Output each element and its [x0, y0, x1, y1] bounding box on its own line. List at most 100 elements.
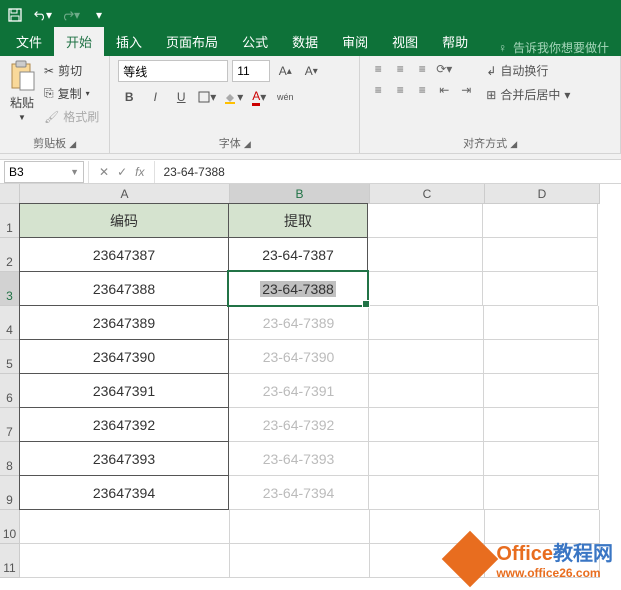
cell-selected[interactable]: 23-64-7388: [228, 271, 368, 306]
cell[interactable]: 23647391: [19, 373, 229, 408]
orientation-icon[interactable]: ⟳▾: [434, 60, 454, 78]
align-top-icon[interactable]: ≡: [368, 60, 388, 78]
cell[interactable]: 23647389: [19, 305, 229, 340]
cell[interactable]: 提取: [228, 203, 368, 238]
cell[interactable]: [369, 442, 484, 476]
row-header[interactable]: 6: [0, 374, 20, 408]
col-header[interactable]: B: [230, 184, 370, 204]
tab-home[interactable]: 开始: [54, 27, 104, 56]
cell[interactable]: [369, 374, 484, 408]
row-header[interactable]: 3: [0, 272, 20, 306]
align-center-icon[interactable]: ≡: [390, 81, 410, 99]
border-button[interactable]: ▾: [196, 86, 218, 108]
row-header[interactable]: 5: [0, 340, 20, 374]
cut-button[interactable]: ✂剪切: [42, 60, 101, 81]
format-painter-button[interactable]: 🖌格式刷: [42, 106, 101, 127]
col-header[interactable]: D: [485, 184, 600, 204]
cell[interactable]: 23647387: [19, 237, 229, 272]
underline-button[interactable]: U: [170, 86, 192, 108]
align-bottom-icon[interactable]: ≡: [412, 60, 432, 78]
align-middle-icon[interactable]: ≡: [390, 60, 410, 78]
cell[interactable]: 23-64-7387: [228, 237, 368, 272]
tab-layout[interactable]: 页面布局: [154, 27, 230, 56]
save-icon[interactable]: [6, 6, 24, 24]
cell[interactable]: 23647394: [19, 475, 229, 510]
row-header[interactable]: 9: [0, 476, 20, 510]
undo-icon[interactable]: ▾: [34, 6, 52, 24]
wrap-text-button[interactable]: ↲自动换行: [482, 60, 574, 81]
tab-file[interactable]: 文件: [4, 27, 54, 56]
tab-view[interactable]: 视图: [380, 27, 430, 56]
merge-center-button[interactable]: ⊞合并后居中▾: [482, 84, 574, 105]
customize-qat-icon[interactable]: ▾: [90, 6, 108, 24]
cell-suggestion[interactable]: 23-64-7390: [229, 340, 369, 374]
cell[interactable]: [483, 204, 598, 238]
align-left-icon[interactable]: ≡: [368, 81, 388, 99]
indent-decrease-icon[interactable]: ⇤: [434, 81, 454, 99]
cell[interactable]: [484, 442, 599, 476]
cell-suggestion[interactable]: 23-64-7389: [229, 306, 369, 340]
phonetic-button[interactable]: wén: [274, 86, 296, 108]
cell[interactable]: [483, 238, 598, 272]
row-header[interactable]: 11: [0, 544, 20, 578]
tell-me-search[interactable]: ♀ 告诉我你想要做什: [490, 39, 617, 56]
row-header[interactable]: 2: [0, 238, 20, 272]
cell[interactable]: [368, 238, 483, 272]
cell[interactable]: [230, 510, 370, 544]
name-box[interactable]: B3▼: [4, 161, 84, 183]
fill-color-button[interactable]: ▾: [222, 86, 244, 108]
increase-font-icon[interactable]: A▴: [274, 60, 296, 82]
cell[interactable]: [484, 408, 599, 442]
align-right-icon[interactable]: ≡: [412, 81, 432, 99]
italic-button[interactable]: I: [144, 86, 166, 108]
row-header[interactable]: 10: [0, 510, 20, 544]
cell[interactable]: [368, 204, 483, 238]
cell-suggestion[interactable]: 23-64-7391: [229, 374, 369, 408]
cell[interactable]: [483, 272, 598, 306]
bold-button[interactable]: B: [118, 86, 140, 108]
enter-icon[interactable]: ✓: [117, 165, 127, 179]
row-header[interactable]: 8: [0, 442, 20, 476]
tab-insert[interactable]: 插入: [104, 27, 154, 56]
row-header[interactable]: 4: [0, 306, 20, 340]
tab-data[interactable]: 数据: [280, 27, 330, 56]
cell[interactable]: [369, 408, 484, 442]
cell[interactable]: [20, 510, 230, 544]
cell[interactable]: [369, 306, 484, 340]
cell-suggestion[interactable]: 23-64-7392: [229, 408, 369, 442]
cell[interactable]: 23647388: [19, 271, 229, 306]
tab-help[interactable]: 帮助: [430, 27, 480, 56]
decrease-font-icon[interactable]: A▾: [300, 60, 322, 82]
cell[interactable]: [484, 340, 599, 374]
font-size-select[interactable]: [232, 60, 270, 82]
row-header[interactable]: 7: [0, 408, 20, 442]
col-header[interactable]: C: [370, 184, 485, 204]
redo-icon[interactable]: ▾: [62, 6, 80, 24]
fx-icon[interactable]: fx: [135, 165, 144, 179]
cell[interactable]: 23647392: [19, 407, 229, 442]
tab-formula[interactable]: 公式: [230, 27, 280, 56]
cell[interactable]: [20, 544, 230, 578]
cell[interactable]: 23647393: [19, 441, 229, 476]
row-header[interactable]: 1: [0, 204, 20, 238]
formula-input[interactable]: 23-64-7388: [155, 165, 621, 179]
select-all-corner[interactable]: [0, 184, 20, 204]
cell[interactable]: 编码: [19, 203, 229, 238]
cell-suggestion[interactable]: 23-64-7394: [229, 476, 369, 510]
font-name-select[interactable]: [118, 60, 228, 82]
font-color-button[interactable]: A▾: [248, 86, 270, 108]
cell[interactable]: 23647390: [19, 339, 229, 374]
cell[interactable]: [484, 306, 599, 340]
cell[interactable]: [230, 544, 370, 578]
paste-button[interactable]: 粘贴 ▼: [8, 60, 36, 122]
indent-increase-icon[interactable]: ⇥: [456, 81, 476, 99]
copy-button[interactable]: ⎘复制▾: [42, 83, 101, 104]
cell[interactable]: [369, 476, 484, 510]
cell-suggestion[interactable]: 23-64-7393: [229, 442, 369, 476]
cancel-icon[interactable]: ✕: [99, 165, 109, 179]
cell[interactable]: [484, 374, 599, 408]
cell[interactable]: [484, 476, 599, 510]
tab-review[interactable]: 审阅: [330, 27, 380, 56]
cell[interactable]: [369, 340, 484, 374]
cell[interactable]: [368, 272, 483, 306]
